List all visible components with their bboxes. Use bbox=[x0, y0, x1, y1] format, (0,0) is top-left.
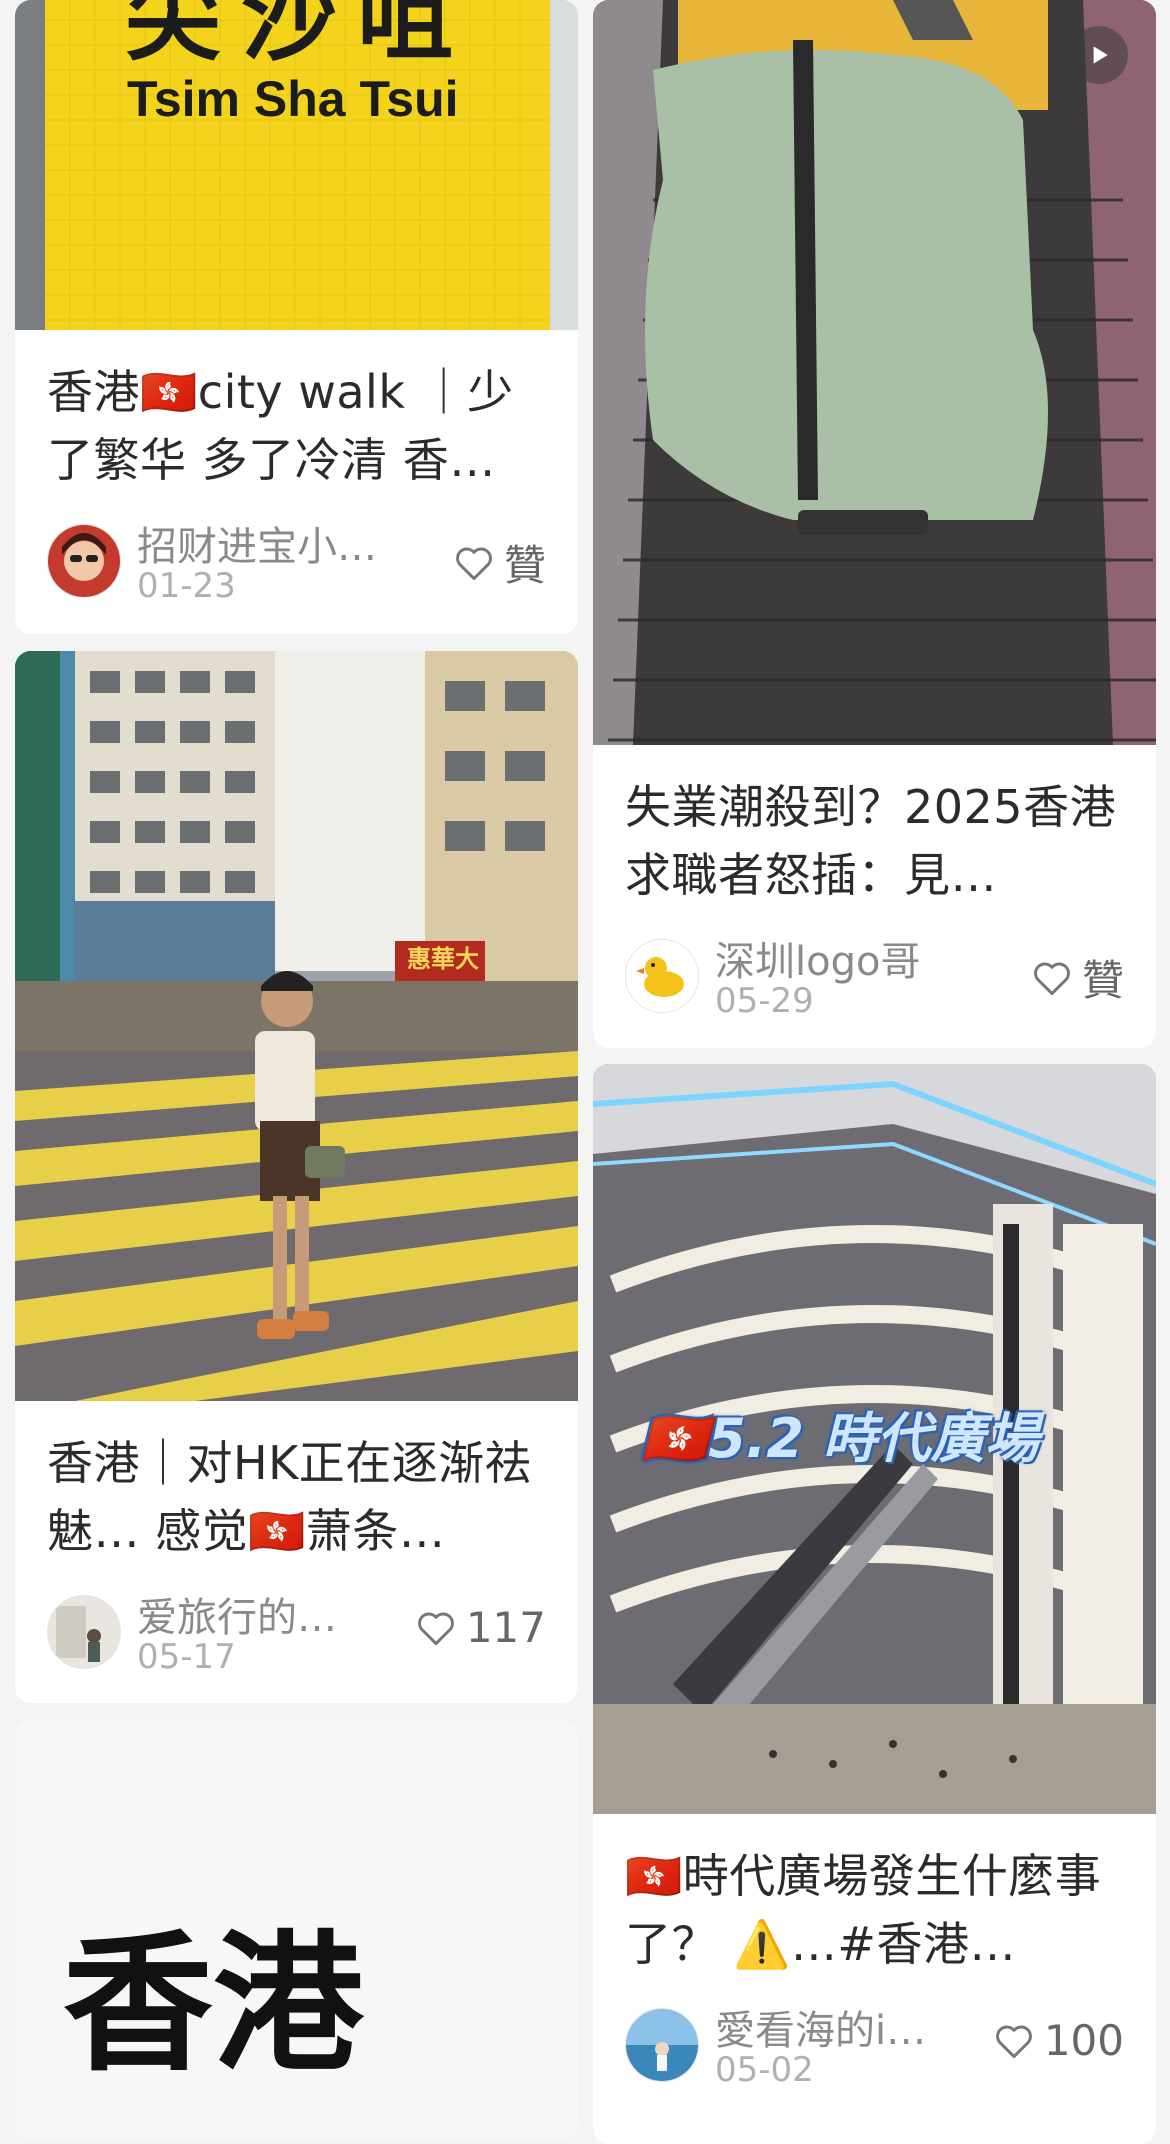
card-thumbnail[interactable]: 尖沙咀 Tsim Sha Tsui bbox=[15, 0, 578, 330]
feed-card[interactable]: 惠華大 香港｜对HK正在逐渐祛魅… 感觉🇭🇰萧条… 爱旅行的… 05-17 11… bbox=[15, 651, 578, 1703]
heart-icon bbox=[417, 1612, 454, 1645]
author-name[interactable]: 爱旅行的… bbox=[137, 1585, 387, 1643]
card-meta: 招财进宝小… 01-23 贊 bbox=[47, 506, 546, 616]
post-date: 05-02 bbox=[715, 2050, 814, 2090]
avatar[interactable] bbox=[625, 2008, 699, 2082]
card-thumbnail[interactable] bbox=[593, 0, 1156, 745]
play-icon bbox=[1093, 46, 1108, 64]
card-meta: 深圳logo哥 05-29 贊 bbox=[625, 921, 1124, 1031]
like-button[interactable]: 117 bbox=[414, 1603, 546, 1652]
heart-icon bbox=[1034, 962, 1070, 995]
avatar[interactable] bbox=[625, 939, 699, 1013]
card-title[interactable]: 失業潮殺到？2025香港求職者怒插：見… bbox=[625, 773, 1124, 909]
post-date: 01-23 bbox=[137, 566, 236, 606]
card-meta: 愛看海的i… 05-02 100 bbox=[625, 1990, 1124, 2100]
shop-signboard: 惠華大 bbox=[407, 945, 479, 973]
feed-card[interactable]: 失業潮殺到？2025香港求職者怒插：見… 深圳logo哥 05-29 贊 bbox=[593, 0, 1156, 1048]
card-meta: 爱旅行的… 05-17 117 bbox=[47, 1577, 546, 1687]
author-name[interactable]: 愛看海的i… bbox=[715, 1998, 965, 2056]
like-count: 贊 bbox=[1081, 956, 1124, 1005]
like-button[interactable]: 贊 bbox=[1030, 947, 1124, 1008]
like-button[interactable]: 100 bbox=[992, 2016, 1124, 2065]
avatar[interactable] bbox=[47, 524, 121, 598]
card-thumbnail[interactable]: 🇭🇰5.2 時代廣場 bbox=[593, 1064, 1156, 1814]
feed-card[interactable]: 🇭🇰5.2 時代廣場 🇭🇰時代廣場發生什麼事了？ ⚠️…#香港… 愛看海的i… … bbox=[593, 1064, 1156, 2144]
feed-card[interactable]: 尖沙咀 Tsim Sha Tsui 香港🇭🇰city walk ｜少了繁华 多了… bbox=[15, 0, 578, 634]
card-title[interactable]: 香港🇭🇰city walk ｜少了繁华 多了冷清 香… bbox=[47, 358, 546, 494]
thumbnail-overlay-text: 🇭🇰5.2 時代廣場 bbox=[641, 1407, 1039, 1470]
sign-chinese-text: 尖沙咀 bbox=[125, 0, 473, 74]
like-button[interactable]: 贊 bbox=[452, 532, 546, 593]
like-count: 贊 bbox=[503, 541, 546, 590]
author-name[interactable]: 深圳logo哥 bbox=[715, 929, 965, 987]
post-date: 05-29 bbox=[715, 981, 814, 1021]
author-name[interactable]: 招财进宝小… bbox=[137, 514, 387, 572]
partial-card-title: 香港 bbox=[63, 1918, 364, 2092]
heart-icon bbox=[456, 547, 492, 580]
heart-icon bbox=[995, 2025, 1032, 2058]
card-title[interactable]: 香港｜对HK正在逐渐祛魅… 感觉🇭🇰萧条… bbox=[47, 1429, 546, 1565]
like-count: 117 bbox=[465, 1603, 546, 1652]
duck-logo-icon bbox=[626, 940, 698, 1012]
feed-card[interactable]: 香港 bbox=[15, 1720, 578, 2140]
like-count: 100 bbox=[1043, 2016, 1124, 2065]
card-thumbnail[interactable]: 惠華大 bbox=[15, 651, 578, 1401]
post-date: 05-17 bbox=[137, 1637, 236, 1677]
card-title[interactable]: 🇭🇰時代廣場發生什麼事了？ ⚠️…#香港… bbox=[625, 1842, 1124, 1978]
sign-english-text: Tsim Sha Tsui bbox=[127, 71, 459, 127]
avatar[interactable] bbox=[47, 1595, 121, 1669]
play-button[interactable] bbox=[1070, 26, 1128, 84]
